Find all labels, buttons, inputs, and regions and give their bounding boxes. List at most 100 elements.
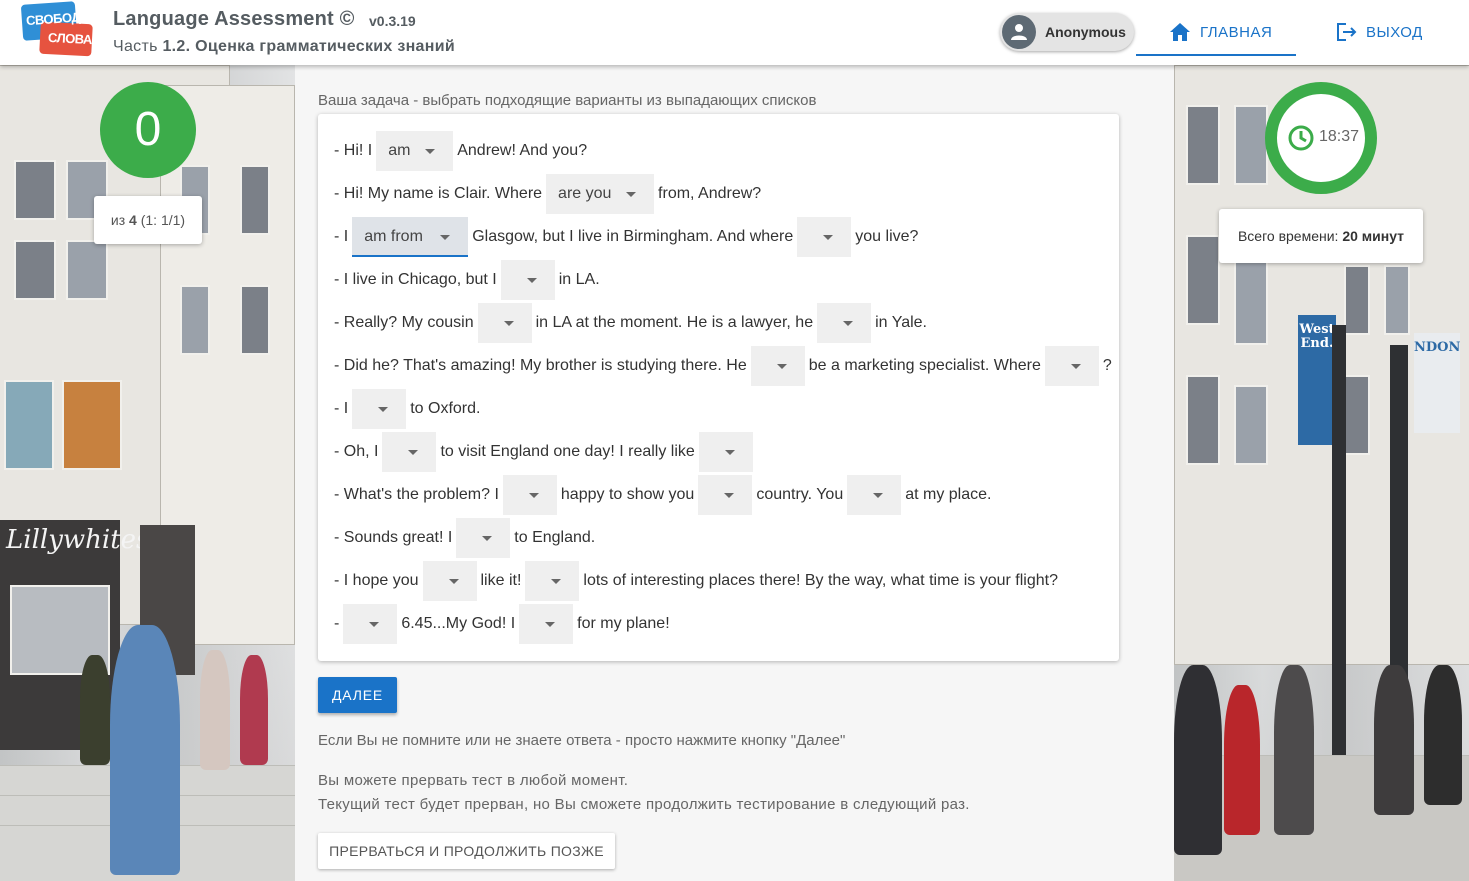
answer-dropdown[interactable]: [456, 518, 511, 558]
exercise-text: - I: [334, 400, 349, 417]
background-street-left: Lillywhites: [0, 65, 295, 881]
main-content: Ваша задача - выбрать подходящие вариант…: [295, 65, 1174, 881]
dropdown-arrow-icon: [551, 579, 562, 584]
dropdown-arrow-icon: [448, 579, 459, 584]
dropdown-arrow-icon: [823, 235, 834, 240]
info-text-line1: Вы можете прервать тест в любой момент.: [318, 772, 629, 789]
app-title: Language Assessment ©: [113, 8, 355, 30]
nav-exit-label: ВЫХОД: [1366, 24, 1423, 41]
answer-dropdown[interactable]: [847, 475, 902, 515]
exercise-line: - I live in Chicago, but I in LA.: [334, 260, 604, 300]
total-time-card: Всего времени: 20 минут: [1219, 209, 1423, 263]
clock-icon: [1288, 125, 1314, 151]
top-app-bar: СВОБОДА СЛОВА Language Assessment © v0.3…: [0, 0, 1469, 65]
hint-text: Если Вы не помните или не знаете ответа …: [318, 732, 846, 749]
exercise-text: - Hi! My name is Clair. Where: [334, 185, 543, 202]
dropdown-value: am from: [364, 228, 423, 245]
next-button[interactable]: ДАЛЕЕ: [318, 677, 397, 713]
exercise-text: for my plane!: [577, 615, 670, 632]
exercise-text: from, Andrew?: [658, 185, 762, 202]
nav-home-tab[interactable]: ГЛАВНАЯ: [1136, 0, 1296, 56]
exercise-text: to England.: [514, 529, 596, 546]
exercise-text: you live?: [855, 228, 919, 245]
exercise-text: like it!: [480, 572, 522, 589]
dropdown-arrow-icon: [425, 149, 436, 154]
answer-dropdown[interactable]: [519, 604, 574, 644]
exercise-text: ?: [1102, 357, 1112, 374]
dropdown-value: are you: [558, 185, 612, 202]
exercise-text: to Oxford.: [410, 400, 481, 417]
answer-dropdown[interactable]: [525, 561, 580, 601]
part-prefix: Часть: [113, 38, 163, 55]
exercise-text: - I: [334, 228, 349, 245]
nav-home-label: ГЛАВНАЯ: [1200, 24, 1273, 41]
exercise-text: - Did he? That's amazing! My brother is …: [334, 357, 747, 374]
dropdown-arrow-icon: [1070, 364, 1081, 369]
answer-dropdown[interactable]: [343, 604, 398, 644]
user-name: Anonymous: [1045, 24, 1126, 40]
part-subtitle: Часть 1.2. Оценка грамматических знаний: [113, 38, 455, 56]
part-title: 1.2. Оценка грамматических знаний: [162, 38, 455, 55]
exercise-line: - Hi! I am Andrew! And you?: [334, 131, 591, 171]
timer-remaining: 18:37: [1319, 128, 1360, 145]
countdown-timer: 18:37: [1265, 82, 1377, 194]
dropdown-arrow-icon: [545, 622, 556, 627]
progress-detail: (1: 1/1): [136, 212, 186, 228]
exercise-text: - I hope you: [334, 572, 419, 589]
answer-dropdown[interactable]: am from: [352, 217, 469, 257]
answer-dropdown[interactable]: [502, 475, 557, 515]
pause-continue-later-button[interactable]: ПРЕРВАТЬСЯ И ПРОДОЛЖИТЬ ПОЗЖЕ: [318, 833, 615, 869]
exercise-line: - Oh, I to visit England one day! I reall…: [334, 432, 757, 472]
exercise-line: - Did he? That's amazing! My brother is …: [334, 346, 1116, 386]
answer-dropdown[interactable]: [352, 389, 407, 429]
home-icon: [1170, 23, 1190, 41]
exercise-text: lots of interesting places there! By the…: [583, 572, 1058, 589]
task-instruction: Ваша задача - выбрать подходящие вариант…: [318, 92, 817, 109]
answer-dropdown[interactable]: [750, 346, 805, 386]
progress-total: 4: [129, 212, 137, 228]
exercise-line: - Really? My cousin in LA at the moment. …: [334, 303, 931, 343]
answer-dropdown[interactable]: [382, 432, 437, 472]
dropdown-arrow-icon: [724, 450, 735, 455]
exercise-line: - I hope you like it! lots of interesting …: [334, 561, 1062, 601]
progress-card: из 4 (1: 1/1): [94, 196, 202, 244]
total-time-label: Всего времени:: [1237, 228, 1343, 244]
dropdown-arrow-icon: [408, 450, 419, 455]
exercise-card: - Hi! I am Andrew! And you? - Hi! My name i…: [318, 114, 1119, 661]
answer-dropdown[interactable]: [477, 303, 532, 343]
exercise-text: to visit England one day! I really like: [440, 443, 695, 460]
score-badge: 0: [100, 82, 196, 178]
answer-dropdown[interactable]: [422, 561, 477, 601]
exercise-line: - I am from Glasgow, but I live in Birming…: [334, 217, 922, 257]
nav-exit-tab[interactable]: ВЫХОД: [1320, 0, 1440, 56]
dropdown-arrow-icon: [626, 192, 637, 197]
answer-dropdown[interactable]: [1044, 346, 1099, 386]
answer-dropdown[interactable]: [500, 260, 555, 300]
exercise-text: happy to show you: [560, 486, 695, 503]
exercise-text: - I live in Chicago, but I: [334, 271, 497, 288]
answer-dropdown[interactable]: are you: [546, 174, 655, 214]
exercise-text: - Hi! I: [334, 142, 373, 159]
dropdown-arrow-icon: [440, 235, 451, 240]
exercise-line: - What's the problem? I happy to show you…: [334, 475, 995, 515]
app-version: v0.3.19: [369, 13, 416, 29]
exercise-text: in LA.: [558, 271, 600, 288]
answer-dropdown[interactable]: [698, 475, 753, 515]
exercise-text: - Sounds great! I: [334, 529, 453, 546]
answer-dropdown[interactable]: [817, 303, 872, 343]
exercise-text: -: [334, 615, 340, 632]
exercise-text: in LA at the moment. He is a lawyer, he: [535, 314, 814, 331]
dropdown-arrow-icon: [528, 493, 539, 498]
svoboda-slova-logo[interactable]: СВОБОДА СЛОВА: [20, 1, 93, 61]
answer-dropdown[interactable]: [797, 217, 852, 257]
progress-prefix: из: [110, 212, 130, 228]
exercise-line: - Sounds great! I to England.: [334, 518, 599, 558]
answer-dropdown[interactable]: am: [376, 131, 454, 171]
user-chip[interactable]: Anonymous: [1000, 13, 1134, 51]
dropdown-arrow-icon: [378, 407, 389, 412]
account-avatar-icon: [1002, 15, 1036, 49]
dropdown-arrow-icon: [526, 278, 537, 283]
exercise-text: 6.45...My God! I: [401, 615, 516, 632]
exercise-text: - What's the problem? I: [334, 486, 499, 503]
answer-dropdown[interactable]: [698, 432, 753, 472]
